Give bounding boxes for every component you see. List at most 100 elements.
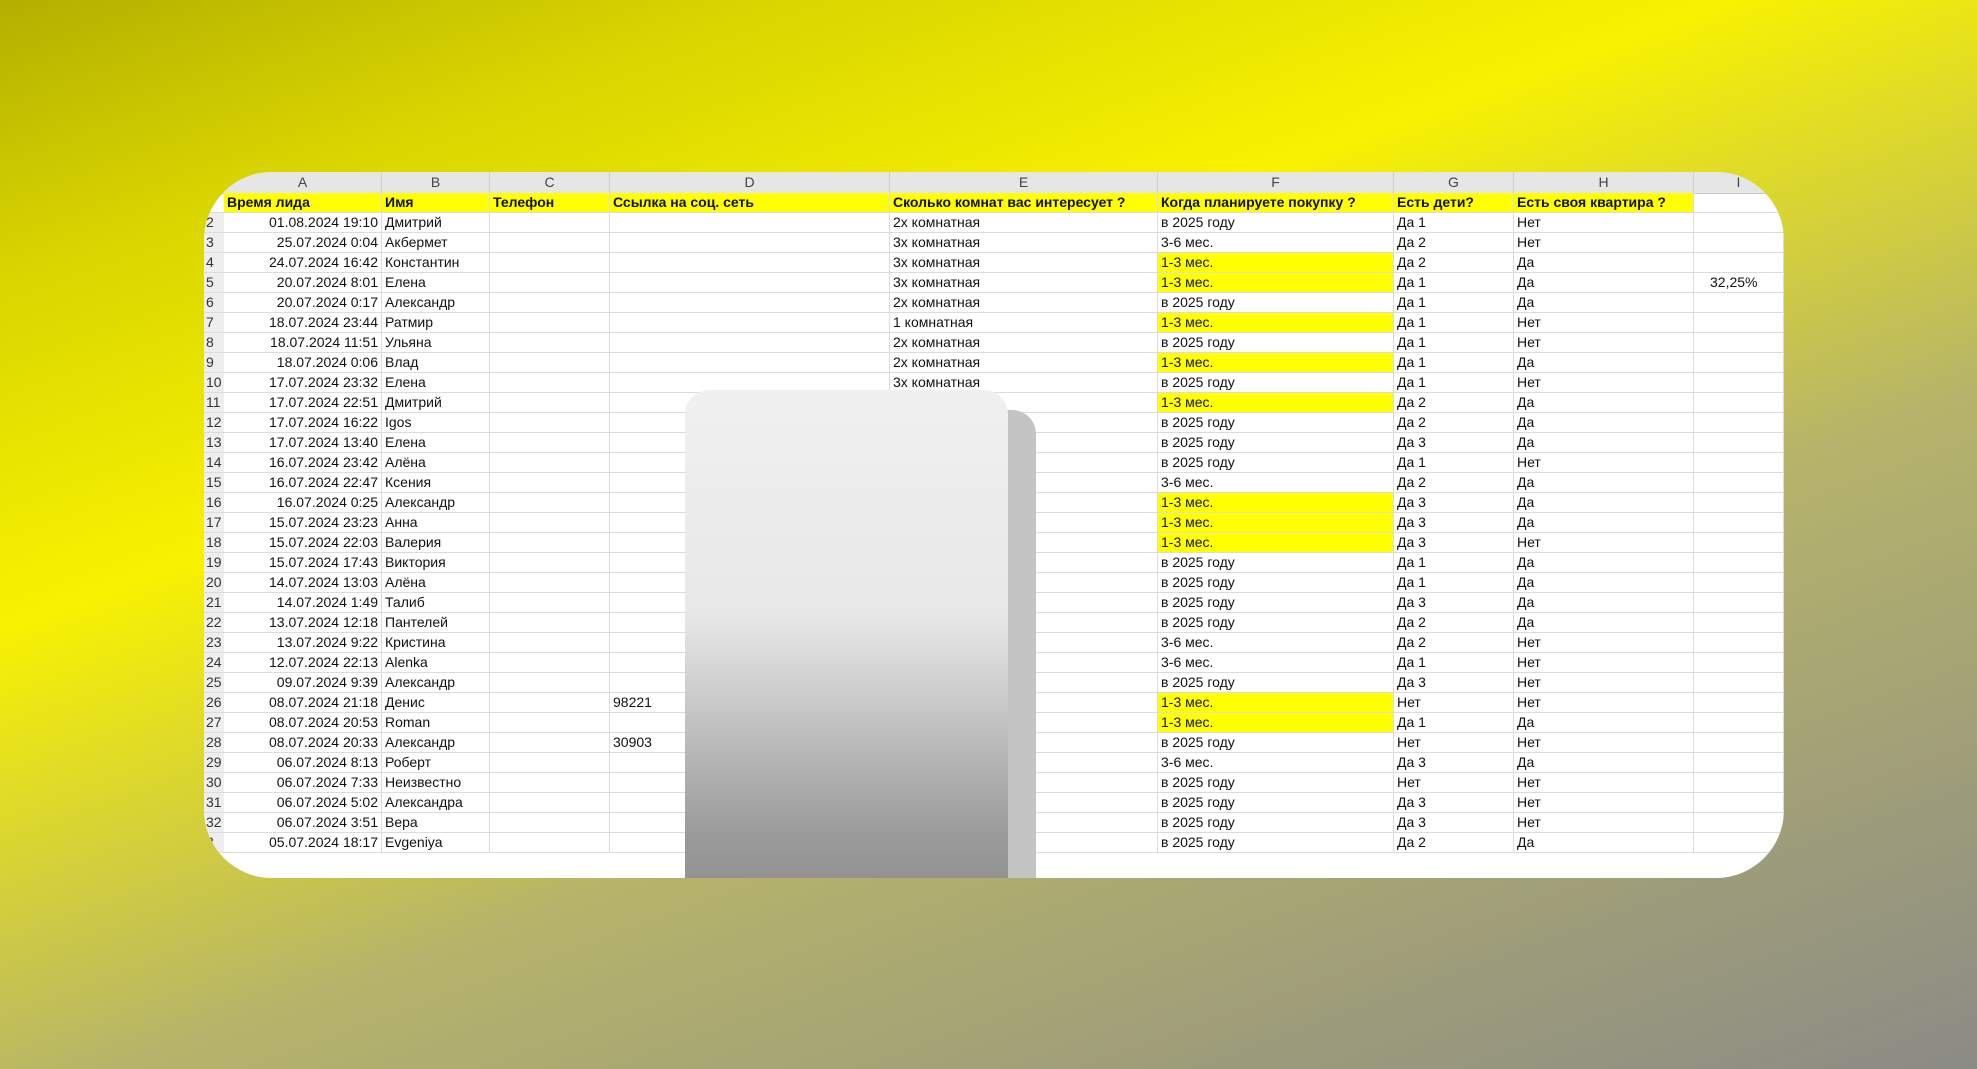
cell-own[interactable]: Нет [1514, 373, 1694, 392]
cell-phone[interactable] [490, 293, 610, 312]
cell-d[interactable] [610, 293, 890, 312]
cell-i[interactable] [1694, 533, 1784, 552]
cell-kids[interactable]: Да 3 [1394, 433, 1514, 452]
cell-purchase[interactable]: 1-3 мес. [1158, 393, 1394, 412]
cell-name[interactable]: Дмитрий [382, 393, 490, 412]
cell-name[interactable]: Пантелей [382, 613, 490, 632]
cell-time[interactable]: 01.08.2024 19:10 [224, 213, 382, 232]
header-cell-rooms[interactable]: Сколько комнат вас интересует ? [890, 193, 1158, 212]
cell-phone[interactable] [490, 553, 610, 572]
cell-time[interactable]: 18.07.2024 0:06 [224, 353, 382, 372]
cell-own[interactable]: Нет [1514, 333, 1694, 352]
cell-purchase[interactable]: в 2025 году [1158, 673, 1394, 692]
cell-kids[interactable]: Нет [1394, 733, 1514, 752]
header-cell-purchase[interactable]: Когда планируете покупку ? [1158, 193, 1394, 212]
cell-name[interactable]: Акбермет [382, 233, 490, 252]
cell-phone[interactable] [490, 633, 610, 652]
cell-kids[interactable]: Да 1 [1394, 453, 1514, 472]
cell-name[interactable]: Александра [382, 793, 490, 812]
cell-own[interactable]: Да [1514, 273, 1694, 292]
cell-own[interactable]: Нет [1514, 793, 1694, 812]
cell-purchase[interactable]: в 2025 году [1158, 833, 1394, 852]
cell-phone[interactable] [490, 413, 610, 432]
cell-kids[interactable]: Да 1 [1394, 353, 1514, 372]
cell-purchase[interactable]: в 2025 году [1158, 793, 1394, 812]
cell-kids[interactable]: Да 3 [1394, 813, 1514, 832]
cell-purchase[interactable]: в 2025 году [1158, 453, 1394, 472]
cell-kids[interactable]: Да 3 [1394, 593, 1514, 612]
cell-i[interactable] [1694, 333, 1784, 352]
cell-name[interactable]: Кристина [382, 633, 490, 652]
row-number[interactable]: 26 [204, 693, 224, 712]
cell-kids[interactable]: Да 1 [1394, 373, 1514, 392]
cell-own[interactable]: Нет [1514, 673, 1694, 692]
row-number[interactable]: 12 [204, 413, 224, 432]
cell-purchase[interactable]: в 2025 году [1158, 213, 1394, 232]
row-number[interactable]: 24 [204, 653, 224, 672]
cell-i[interactable] [1694, 473, 1784, 492]
cell-time[interactable]: 20.07.2024 0:17 [224, 293, 382, 312]
cell-own[interactable]: Нет [1514, 213, 1694, 232]
cell-i[interactable] [1694, 673, 1784, 692]
cell-phone[interactable] [490, 813, 610, 832]
cell-kids[interactable]: Да 3 [1394, 513, 1514, 532]
row-number[interactable]: 20 [204, 573, 224, 592]
cell-own[interactable]: Да [1514, 613, 1694, 632]
cell-i[interactable] [1694, 733, 1784, 752]
cell-time[interactable]: 20.07.2024 8:01 [224, 273, 382, 292]
header-cell-own[interactable]: Есть своя квартира ? [1514, 193, 1694, 212]
cell-purchase[interactable]: 3-6 мес. [1158, 233, 1394, 252]
cell-purchase[interactable]: в 2025 году [1158, 293, 1394, 312]
cell-own[interactable]: Нет [1514, 813, 1694, 832]
cell-phone[interactable] [490, 593, 610, 612]
cell-own[interactable]: Да [1514, 713, 1694, 732]
cell-rooms[interactable]: 2х комнатная [890, 213, 1158, 232]
cell-name[interactable]: Алёна [382, 453, 490, 472]
cell-phone[interactable] [490, 833, 610, 852]
cell-kids[interactable]: Да 2 [1394, 253, 1514, 272]
row-number[interactable]: 32 [204, 813, 224, 832]
cell-i[interactable] [1694, 693, 1784, 712]
cell-time[interactable]: 06.07.2024 5:02 [224, 793, 382, 812]
cell-phone[interactable] [490, 793, 610, 812]
cell-name[interactable]: Дмитрий [382, 213, 490, 232]
cell-name[interactable]: Вера [382, 813, 490, 832]
row-number[interactable]: 2 [204, 213, 224, 232]
cell-own[interactable]: Нет [1514, 633, 1694, 652]
cell-kids[interactable]: Да 1 [1394, 273, 1514, 292]
cell-phone[interactable] [490, 273, 610, 292]
row-number[interactable]: 16 [204, 493, 224, 512]
cell-time[interactable]: 24.07.2024 16:42 [224, 253, 382, 272]
cell-d[interactable] [610, 273, 890, 292]
column-header-a[interactable]: A [224, 172, 382, 193]
row-number[interactable]: 25 [204, 673, 224, 692]
cell-own[interactable]: Нет [1514, 533, 1694, 552]
row-number[interactable]: 4 [204, 253, 224, 272]
cell-own[interactable]: Да [1514, 573, 1694, 592]
cell-name[interactable]: Александр [382, 673, 490, 692]
cell-name[interactable]: Роберт [382, 753, 490, 772]
cell-own[interactable]: Нет [1514, 233, 1694, 252]
cell-phone[interactable] [490, 313, 610, 332]
cell-time[interactable]: 06.07.2024 3:51 [224, 813, 382, 832]
cell-purchase[interactable]: 1-3 мес. [1158, 253, 1394, 272]
header-cell-name[interactable]: Имя [382, 193, 490, 212]
cell-kids[interactable]: Да 2 [1394, 613, 1514, 632]
row-number[interactable]: 5 [204, 273, 224, 292]
cell-time[interactable]: 08.07.2024 20:33 [224, 733, 382, 752]
cell-rooms[interactable]: 3х комнатная [890, 253, 1158, 272]
cell-rooms[interactable]: 2х комнатная [890, 333, 1158, 352]
cell-time[interactable]: 08.07.2024 20:53 [224, 713, 382, 732]
cell-rooms[interactable]: 2х комнатная [890, 293, 1158, 312]
cell-time[interactable]: 17.07.2024 13:40 [224, 433, 382, 452]
cell-name[interactable]: Константин [382, 253, 490, 272]
cell-phone[interactable] [490, 253, 610, 272]
row-number[interactable]: 11 [204, 393, 224, 412]
cell-name[interactable]: Александр [382, 493, 490, 512]
cell-i[interactable] [1694, 753, 1784, 772]
row-number[interactable]: 19 [204, 553, 224, 572]
cell-name[interactable]: Александр [382, 293, 490, 312]
cell-name[interactable]: Igos [382, 413, 490, 432]
cell-phone[interactable] [490, 573, 610, 592]
cell-name[interactable]: Талиб [382, 593, 490, 612]
